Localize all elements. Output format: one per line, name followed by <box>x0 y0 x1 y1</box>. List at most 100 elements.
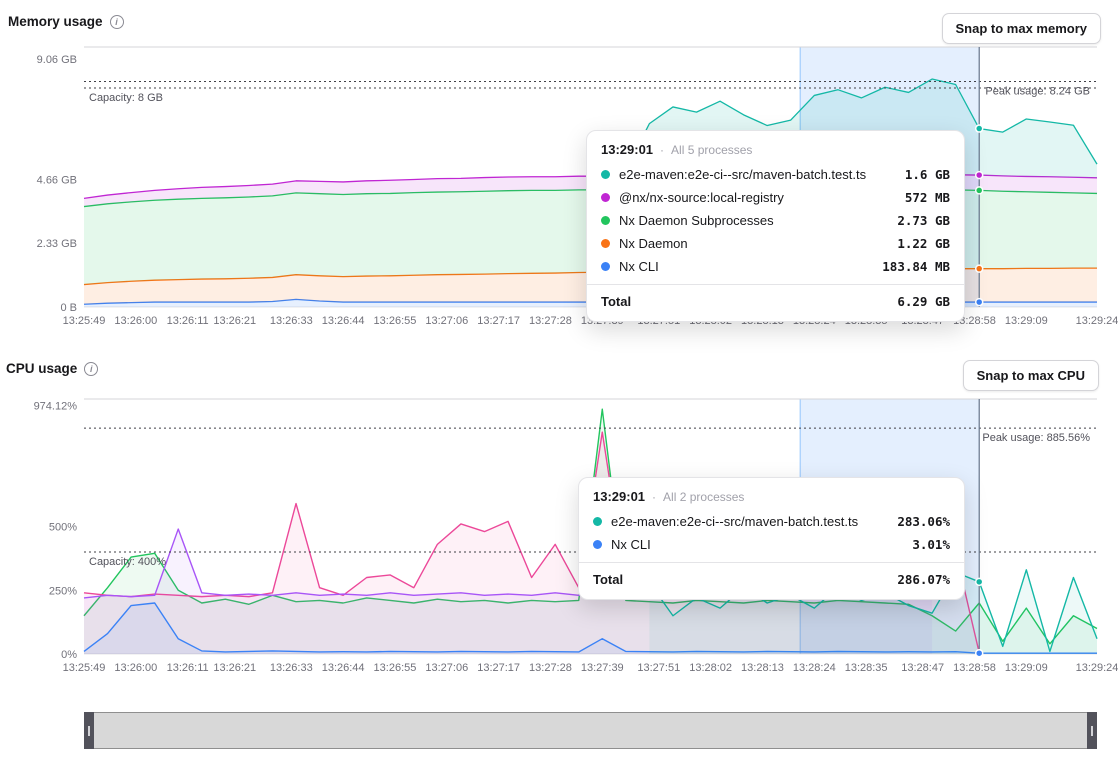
marker-dot <box>976 650 983 657</box>
x-tick-label: 13:26:44 <box>322 315 365 327</box>
x-tick-label: 13:27:39 <box>581 662 624 674</box>
process-value: 572 MB <box>905 190 950 205</box>
x-tick-label: 13:26:21 <box>213 315 256 327</box>
series-color-dot <box>593 540 602 549</box>
x-tick-label: 13:28:13 <box>741 662 784 674</box>
x-tick-label: 13:26:55 <box>374 315 417 327</box>
cpu-usage-title: CPU usage <box>6 361 77 376</box>
tooltip-total-row: Total 286.07% <box>579 562 964 597</box>
y-tick-label: 250% <box>49 585 77 597</box>
timeline-brush[interactable] <box>84 712 1097 749</box>
y-tick-label: 0 B <box>60 302 77 314</box>
y-tick-label: 974.12% <box>34 401 78 413</box>
total-label: Total <box>593 572 623 587</box>
tooltip-time: 13:29:01 <box>593 489 645 504</box>
series-color-dot <box>601 170 610 179</box>
marker-dot <box>976 299 983 306</box>
tooltip-header: 13:29:01 · All 5 processes <box>587 131 964 163</box>
total-value: 6.29 GB <box>897 294 950 309</box>
tooltip-row: Nx Daemon Subprocesses 2.73 GB <box>587 209 964 232</box>
process-value: 3.01% <box>912 537 950 552</box>
series-color-dot <box>601 193 610 202</box>
tooltip-separator: · <box>652 490 656 504</box>
tooltip-total-row: Total 6.29 GB <box>587 284 964 319</box>
x-tick-label: 13:28:02 <box>689 662 732 674</box>
tooltip-row: Nx Daemon1.22 GB <box>587 232 964 255</box>
x-tick-label: 13:26:33 <box>270 315 313 327</box>
x-tick-label: 13:28:47 <box>901 662 944 674</box>
process-name: Nx Daemon Subprocesses <box>619 213 774 228</box>
tooltip-subtitle: All 5 processes <box>671 143 752 157</box>
tooltip-row: e2e-maven:e2e-ci--src/maven-batch.test.t… <box>587 163 964 186</box>
x-tick-label: 13:26:11 <box>167 662 209 674</box>
x-tick-label: 13:26:00 <box>114 662 157 674</box>
x-tick-label: 13:28:24 <box>793 662 836 674</box>
series-color-dot <box>601 216 610 225</box>
memory-info-icon[interactable]: i <box>110 15 124 29</box>
marker-dot <box>976 578 983 585</box>
annotation-label: Capacity: 8 GB <box>89 92 163 104</box>
annotation-label: Capacity: 400% <box>89 556 166 568</box>
annotation-label: Peak usage: 885.56% <box>982 432 1090 444</box>
x-tick-label: 13:28:58 <box>953 662 996 674</box>
x-tick-label: 13:26:00 <box>114 315 157 327</box>
brush-handle-left[interactable] <box>84 712 94 749</box>
process-value: 1.6 GB <box>905 167 950 182</box>
process-value: 283.06% <box>897 514 950 529</box>
x-tick-label: 13:28:35 <box>845 662 888 674</box>
process-value: 183.84 MB <box>882 259 950 274</box>
y-tick-label: 4.66 GB <box>37 174 77 186</box>
tooltip-row: e2e-maven:e2e-ci--src/maven-batch.test.t… <box>579 510 964 533</box>
y-tick-label: 2.33 GB <box>37 238 77 250</box>
marker-dot <box>976 172 983 179</box>
process-name: @nx/nx-source:local-registry <box>619 190 784 205</box>
x-tick-label: 13:27:28 <box>529 662 572 674</box>
x-tick-label: 13:25:49 <box>63 662 106 674</box>
cpu-tooltip: 13:29:01 · All 2 processes e2e-maven:e2e-ci… <box>578 477 965 600</box>
x-tick-label: 13:27:06 <box>425 315 468 327</box>
tooltip-row: Nx CLI 183.84 MB <box>587 255 964 278</box>
annotation-label: Peak usage: 8.24 GB <box>985 85 1090 97</box>
x-tick-label: 13:26:55 <box>374 662 417 674</box>
brush-handle-right[interactable] <box>1087 712 1097 749</box>
x-tick-label: 13:27:28 <box>529 315 572 327</box>
memory-usage-title: Memory usage <box>8 14 103 29</box>
memory-usage-header: Memory usage i <box>8 14 124 29</box>
marker-dot <box>976 125 983 132</box>
x-tick-label: 13:26:21 <box>213 662 256 674</box>
tooltip-separator: · <box>660 143 664 157</box>
process-name: e2e-maven:e2e-ci--src/maven-batch.test.t… <box>611 514 858 529</box>
x-tick-label: 13:29:09 <box>1005 662 1048 674</box>
y-tick-label: 500% <box>49 522 77 534</box>
x-tick-label: 13:26:11 <box>167 315 209 327</box>
x-tick-label: 13:27:17 <box>477 315 520 327</box>
cpu-info-icon[interactable]: i <box>84 362 98 376</box>
series-color-dot <box>601 239 610 248</box>
tooltip-header: 13:29:01 · All 2 processes <box>579 478 964 510</box>
tooltip-time: 13:29:01 <box>601 142 653 157</box>
x-tick-label: 13:26:44 <box>322 662 365 674</box>
process-name: Nx Daemon <box>619 236 688 251</box>
snap-to-max-cpu-button[interactable]: Snap to max CPU <box>963 360 1099 391</box>
process-name: e2e-maven:e2e-ci--src/maven-batch.test.t… <box>619 167 866 182</box>
marker-dot <box>976 265 983 272</box>
series-color-dot <box>601 262 610 271</box>
y-tick-label: 9.06 GB <box>37 54 77 66</box>
marker-dot <box>976 187 983 194</box>
x-tick-label: 13:26:33 <box>270 662 313 674</box>
process-name: Nx CLI <box>611 537 651 552</box>
x-tick-label: 13:27:06 <box>425 662 468 674</box>
process-name: Nx CLI <box>619 259 659 274</box>
tooltip-subtitle: All 2 processes <box>663 490 744 504</box>
tooltip-row: @nx/nx-source:local-registry 572 MB <box>587 186 964 209</box>
total-label: Total <box>601 294 631 309</box>
x-tick-label: 13:29:24 <box>1076 662 1118 674</box>
total-value: 286.07% <box>897 572 950 587</box>
process-value: 2.73 GB <box>897 213 950 228</box>
tooltip-row: Nx CLI 3.01% <box>579 533 964 556</box>
x-tick-label: 13:25:49 <box>63 315 106 327</box>
x-tick-label: 13:27:51 <box>637 662 680 674</box>
series-color-dot <box>593 517 602 526</box>
x-tick-label: 13:29:24 <box>1076 315 1118 327</box>
memory-tooltip: 13:29:01 · All 5 processes e2e-maven:e2e-ci… <box>586 130 965 322</box>
